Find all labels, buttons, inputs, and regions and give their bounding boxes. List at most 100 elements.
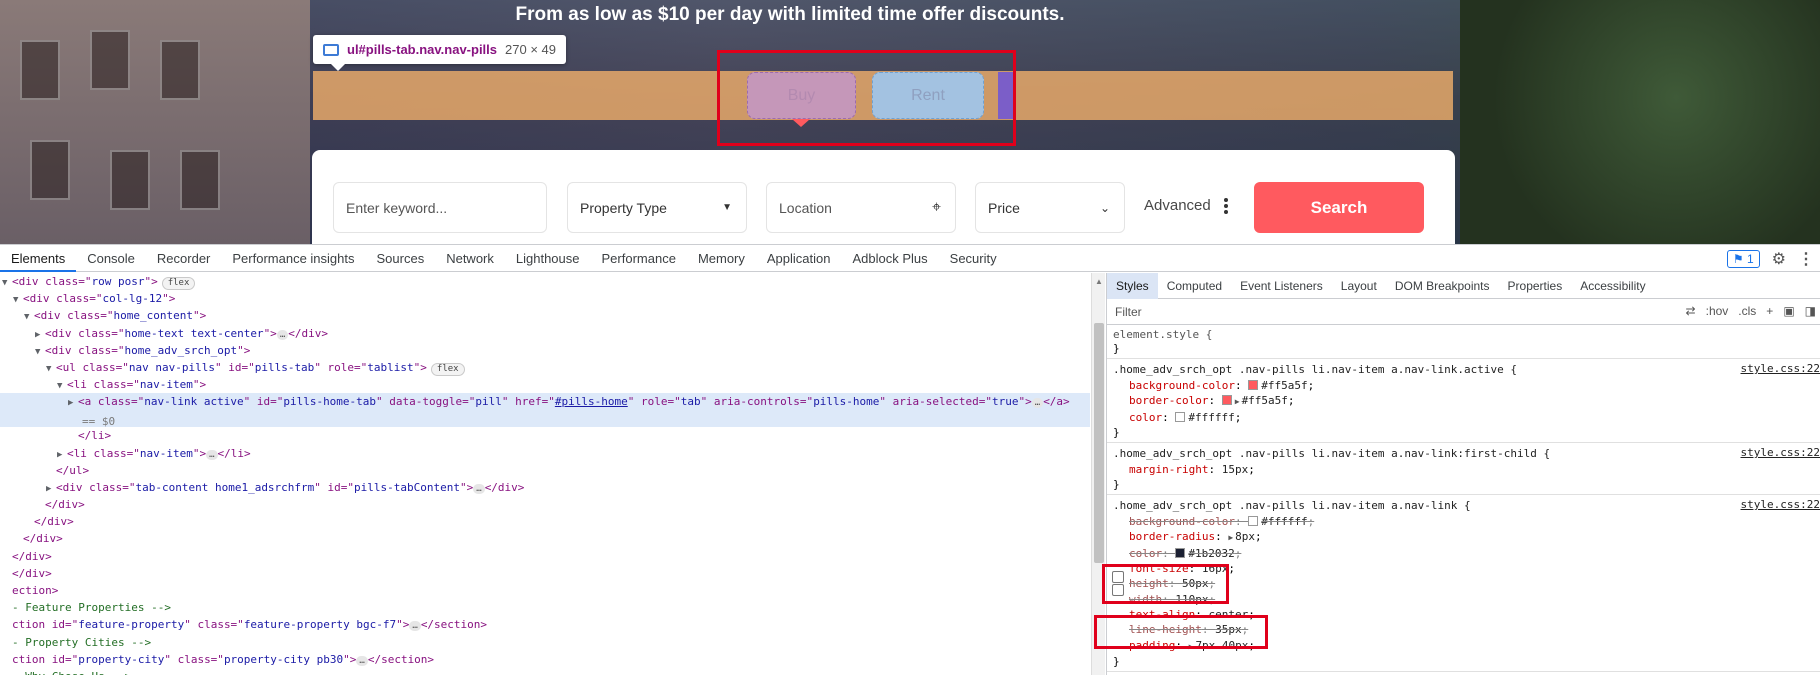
styles-filter-bar[interactable]: Filter ⇄ :hov .cls + ▣ ◨ [1107,299,1820,325]
keyword-input[interactable]: Enter keyword... [333,182,547,233]
css-rule[interactable]: .home_adv_srch_opt .nav-pills li.nav-ite… [1107,443,1820,495]
color-swatch-icon[interactable] [1222,395,1232,405]
dom-node-line[interactable]: ▶<div class="home-text text-center">…</d… [0,325,1090,342]
elements-dom-tree[interactable]: ▼<div class="row posr">flex▼<div class="… [0,273,1090,675]
css-property-name[interactable]: margin-right [1129,463,1208,476]
styles-subtab-event-listeners[interactable]: Event Listeners [1231,273,1332,299]
css-rule-selector[interactable]: .home_adv_srch_opt .nav-pills li.nav-ite… [1113,498,1814,514]
css-property-name[interactable]: background-color [1129,515,1235,528]
devtools-tab-network[interactable]: Network [435,245,505,272]
css-property-value[interactable]: #ffffff [1261,515,1307,528]
flex-badge[interactable]: flex [162,277,196,290]
css-property-name[interactable]: border-radius [1129,530,1215,543]
issues-badge[interactable]: ⚑ 1 [1727,250,1760,268]
css-property-value[interactable]: 8px [1235,530,1255,543]
dom-node-line[interactable]: ction id="feature-property" class="featu… [0,616,1090,633]
styles-subtab-properties[interactable]: Properties [1499,273,1572,299]
dom-node-line[interactable]: - Feature Properties --> [0,599,1090,616]
css-declaration[interactable]: color: #ffffff; [1113,410,1814,425]
dom-node-line[interactable]: </li> [0,427,1090,444]
advanced-link[interactable]: Advanced [1144,197,1211,214]
element-style-rule[interactable]: element.style { } [1107,325,1820,359]
color-swatch-icon[interactable] [1175,412,1185,422]
location-input[interactable]: Location ⌖ [766,182,956,233]
dom-node-line[interactable]: </div> [0,513,1090,530]
devtools-tab-application[interactable]: Application [756,245,842,272]
dom-node-line[interactable]: ▼<ul class="nav nav-pills" id="pills-tab… [0,359,1090,376]
dom-node-line[interactable]: ▶<li class="nav-item">…</li> [0,445,1090,462]
css-property-value[interactable]: 15px [1222,463,1249,476]
devtools-tab-elements[interactable]: Elements [0,245,76,272]
flex-badge[interactable]: flex [431,363,465,376]
devtools-tab-console[interactable]: Console [76,245,146,272]
css-property-value[interactable]: #1b2032 [1188,547,1234,560]
dom-node-line[interactable]: ▼<div class="home_content"> [0,307,1090,324]
css-property-name[interactable]: color [1129,411,1162,424]
devtools-tab-lighthouse[interactable]: Lighthouse [505,245,591,272]
css-declaration[interactable]: background-color: #ff5a5f; [1113,378,1814,393]
hov-button[interactable]: :hov [1706,304,1729,318]
search-button[interactable]: Search [1254,182,1424,233]
color-swatch-icon[interactable] [1248,516,1258,526]
css-declaration[interactable]: background-color: #ffffff; [1113,514,1814,529]
dom-node-line[interactable]: ▼<li class="nav-item"> [0,376,1090,393]
css-rule-selector[interactable]: .home_adv_srch_opt .nav-pills li.nav-ite… [1113,362,1814,378]
css-property-value[interactable]: #ffffff [1188,411,1234,424]
cls-button[interactable]: .cls [1738,304,1756,318]
more-menu-icon[interactable]: ⋮ [1798,249,1814,269]
dom-node-line[interactable]: - Property Cities --> [0,634,1090,651]
css-rule-source-link[interactable]: style.css:22 [1741,362,1820,375]
css-property-name[interactable]: border-color [1129,394,1208,407]
scroll-up-icon[interactable]: ▲ [1095,277,1103,286]
dom-node-line[interactable]: ection> [0,582,1090,599]
styles-subtab-layout[interactable]: Layout [1332,273,1386,299]
dom-node-line[interactable]: </div> [0,530,1090,547]
styles-subtab-computed[interactable]: Computed [1158,273,1231,299]
dom-node-line[interactable]: ▼<div class="row posr">flex [0,273,1090,290]
color-swatch-icon[interactable] [1248,380,1258,390]
css-property-name[interactable]: color [1129,547,1162,560]
dom-node-line[interactable]: ction id="property-city" class="property… [0,651,1090,668]
dom-node-line[interactable]: </ul> [0,462,1090,479]
css-rule-source-link[interactable]: style.css:22 [1741,446,1820,459]
computed-toggle-icon[interactable]: ▣ [1783,304,1794,318]
dom-node-line[interactable]: ▼<div class="home_adv_srch_opt"> [0,342,1090,359]
new-rule-button[interactable]: + [1766,304,1773,318]
property-type-select[interactable]: Property Type ▼ [567,182,747,233]
devtools-tab-security[interactable]: Security [939,245,1008,272]
devtools-tab-sources[interactable]: Sources [366,245,436,272]
css-declaration[interactable]: color: #1b2032; [1113,546,1814,561]
css-property-value[interactable]: #ff5a5f [1242,394,1288,407]
dom-node-line[interactable]: </div> [0,548,1090,565]
css-property-name[interactable]: background-color [1129,379,1235,392]
dom-node-line[interactable]: ▼<div class="col-lg-12"> [0,290,1090,307]
declaration-toggle-checkbox[interactable] [1112,571,1124,583]
css-rule[interactable]: .home_adv_srch_opt .nav-pills li.nav-ite… [1107,359,1820,443]
expand-shorthand-icon[interactable]: ▶ [1235,397,1240,406]
dom-node-line[interactable]: </div> [0,496,1090,513]
expand-shorthand-icon[interactable]: ▶ [1228,533,1233,542]
dom-node-line[interactable]: </div> [0,565,1090,582]
styles-subtab-accessibility[interactable]: Accessibility [1571,273,1654,299]
declaration-toggle-checkbox[interactable] [1112,584,1124,596]
expand-toggle-icon[interactable]: ▶ [68,395,78,412]
css-rule-source-link[interactable]: style.css:22 [1741,498,1820,511]
toggle-icon[interactable]: ⇄ [1686,304,1696,318]
dom-node-line[interactable]: ▶<a class="nav-link active" id="pills-ho… [0,393,1090,427]
settings-gear-icon[interactable]: ⚙ [1772,249,1786,269]
devtools-tab-memory[interactable]: Memory [687,245,756,272]
styles-subtab-dom-breakpoints[interactable]: DOM Breakpoints [1386,273,1499,299]
filter-input[interactable]: Filter [1115,305,1142,319]
more-options-icon[interactable] [1224,198,1228,214]
dom-node-line[interactable]: ▶<div class="tab-content home1_adsrchfrm… [0,479,1090,496]
css-declaration[interactable]: border-radius: ▶8px; [1113,529,1814,545]
devtools-tab-recorder[interactable]: Recorder [146,245,221,272]
styles-subtab-styles[interactable]: Styles [1107,273,1158,299]
sidebar-toggle-icon[interactable]: ◨ [1805,304,1816,318]
devtools-tab-adblock-plus[interactable]: Adblock Plus [842,245,939,272]
color-swatch-icon[interactable] [1175,548,1185,558]
scrollbar-thumb[interactable] [1094,323,1104,563]
css-declaration[interactable]: border-color: ▶#ff5a5f; [1113,393,1814,409]
price-select[interactable]: Price ⌄ [975,182,1125,233]
css-rule-selector[interactable]: .home_adv_srch_opt .nav-pills li.nav-ite… [1113,446,1814,462]
